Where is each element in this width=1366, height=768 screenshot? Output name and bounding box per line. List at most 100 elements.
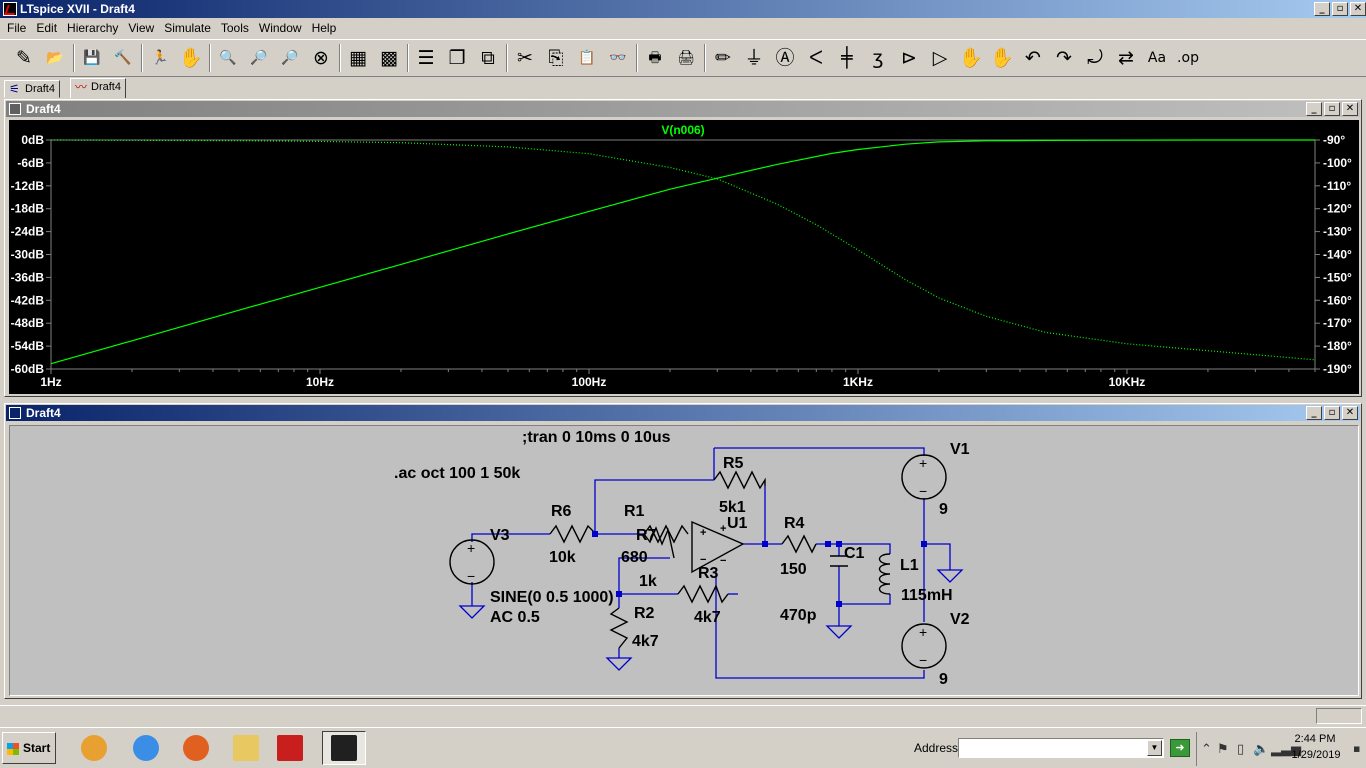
undo-icon[interactable]: ↶ (1019, 44, 1047, 72)
R4-value: 150 (780, 561, 807, 578)
schem-close-button[interactable]: ✕ (1342, 406, 1358, 420)
wires (471, 447, 951, 679)
close-button[interactable]: ✕ (1350, 2, 1366, 16)
run-icon[interactable]: 🏃 (146, 44, 174, 72)
ltspice-app-icon[interactable] (3, 2, 17, 16)
minimize-button[interactable]: _ (1314, 2, 1330, 16)
schematic-canvas[interactable]: ;tran 0 10ms 0 10us .ac oct 100 1 50k + … (9, 425, 1359, 696)
firefox-icon (183, 735, 209, 761)
y-left-tick-label: -6dB (17, 156, 44, 170)
diode-icon[interactable]: ⊳ (895, 44, 923, 72)
tran-directive[interactable]: ;tran 0 10ms 0 10us (522, 429, 671, 446)
restore-button[interactable]: ▫ (1332, 2, 1348, 16)
print-icon[interactable]: 🖶 (641, 44, 669, 72)
toolbar-separator (704, 44, 706, 72)
internet-explorer-icon (133, 735, 159, 761)
cascade-icon[interactable]: ❐ (443, 44, 471, 72)
pan-icon[interactable]: 🔎 (245, 44, 273, 72)
plot-minimize-button[interactable]: _ (1306, 102, 1322, 116)
ground-V3 (458, 605, 486, 619)
clock-date[interactable]: 1/29/2019 (1288, 749, 1344, 761)
y-right-tick-label: -110° (1323, 179, 1351, 193)
menu-tools[interactable]: Tools (216, 18, 254, 38)
internet-explorer-taskbar-button[interactable] (124, 731, 168, 765)
zoom-fit-icon[interactable]: ⊗ (307, 44, 335, 72)
draw-wire-icon[interactable]: ✏ (709, 44, 737, 72)
rotate-icon[interactable]: ⤾ (1081, 44, 1109, 72)
zoom-out-icon[interactable]: 🔎 (276, 44, 304, 72)
x-tick-label: 100Hz (572, 375, 607, 389)
halt-icon[interactable]: ✋ (177, 44, 205, 72)
plot-close-button[interactable]: ✕ (1342, 102, 1358, 116)
R3-label: R3 (698, 565, 719, 582)
taskbar: Start Address ▼ ➜ ⌃ ⚑ ▯ 🔈 ▂▃▅ ▪ 2:44 PM … (0, 727, 1366, 768)
tab-waveform[interactable]: 〰 Draft4 (70, 78, 126, 98)
drag-icon[interactable]: ✋ (988, 44, 1016, 72)
acrobat-taskbar-button[interactable] (268, 731, 312, 765)
clock-time[interactable]: 2:44 PM (1290, 733, 1340, 745)
tile-horizontal-icon[interactable]: ☰ (412, 44, 440, 72)
mirror-icon[interactable]: ⇄ (1112, 44, 1140, 72)
address-go-icon[interactable]: ➜ (1170, 739, 1190, 757)
menu-help[interactable]: Help (307, 18, 342, 38)
acrobat-icon (277, 735, 303, 761)
menu-file[interactable]: File (2, 18, 31, 38)
address-input[interactable] (958, 738, 1164, 758)
menu-simulate[interactable]: Simulate (159, 18, 216, 38)
toolbar-separator (506, 44, 508, 72)
new-schematic-icon[interactable]: ✎ (10, 44, 38, 72)
ground-icon[interactable]: ⏚ (740, 44, 768, 72)
copy-icon[interactable]: ⎘ (542, 44, 570, 72)
schematic-drawing[interactable]: ;tran 0 10ms 0 10us .ac oct 100 1 50k + … (10, 426, 1358, 695)
x-tick-label: 1KHz (843, 375, 873, 389)
delete-traces-icon[interactable]: ▩ (375, 44, 403, 72)
action-center-icon[interactable]: ⚑ (1217, 742, 1229, 757)
power-icon[interactable]: ▯ (1237, 742, 1244, 757)
plot-restore-button[interactable]: ▫ (1324, 102, 1340, 116)
capacitor-icon[interactable]: ╪ (833, 44, 861, 72)
start-button[interactable]: Start (2, 732, 56, 764)
media-player-taskbar-button[interactable] (72, 731, 116, 765)
bode-plot[interactable]: V(n006) 0dB -6dB -12dB -18dB -24dB -30dB -36dB -… (9, 120, 1359, 394)
waveform-tab-icon: 〰 (75, 80, 88, 94)
show-desktop-icon[interactable]: ▪ (1353, 742, 1360, 755)
open-icon[interactable]: 📂 (41, 44, 69, 72)
spice-directive-icon[interactable]: .op (1174, 44, 1202, 72)
magnitude-trace (50, 139, 1315, 365)
autorange-icon[interactable]: ▦ (344, 44, 372, 72)
paste-icon[interactable]: 📋 (573, 44, 601, 72)
find-icon[interactable]: 👓 (604, 44, 632, 72)
move-icon[interactable]: ✋ (957, 44, 985, 72)
ac-directive[interactable]: .ac oct 100 1 50k (394, 465, 520, 482)
file-explorer-taskbar-button[interactable] (224, 731, 268, 765)
menu-hierarchy[interactable]: Hierarchy (62, 18, 123, 38)
address-dropdown-icon[interactable]: ▼ (1147, 740, 1162, 756)
schem-minimize-button[interactable]: _ (1306, 406, 1322, 420)
print-preview-icon[interactable]: 🖨 (672, 44, 700, 72)
volume-icon[interactable]: 🔈 (1253, 742, 1269, 757)
cut-icon[interactable]: ✂ (511, 44, 539, 72)
status-pane (1316, 708, 1362, 724)
inductor-icon[interactable]: ʒ (864, 44, 892, 72)
resistor-icon[interactable]: ᐸ (802, 44, 830, 72)
component-icon[interactable]: ▷ (926, 44, 954, 72)
zoom-in-icon[interactable]: 🔍 (214, 44, 242, 72)
tile-vertical-icon[interactable]: ⧉ (474, 44, 502, 72)
tab-schematic[interactable]: ⚟ Draft4 (4, 80, 60, 98)
schem-restore-button[interactable]: ▫ (1324, 406, 1340, 420)
control-panel-icon[interactable]: 🔨 (109, 44, 137, 72)
menu-edit[interactable]: Edit (31, 18, 62, 38)
show-hidden-icons-icon[interactable]: ⌃ (1201, 742, 1212, 757)
menu-view[interactable]: View (123, 18, 159, 38)
waveform-window-titlebar[interactable]: Draft4 _ ▫ ✕ (6, 101, 1360, 117)
schematic-window-titlebar[interactable]: Draft4 _ ▫ ✕ (6, 405, 1360, 421)
menu-window[interactable]: Window (254, 18, 307, 38)
text-icon[interactable]: Aa (1143, 44, 1171, 72)
ltspice-taskbar-taskbar-button[interactable] (322, 731, 366, 765)
redo-icon[interactable]: ↷ (1050, 44, 1078, 72)
label-net-icon[interactable]: Ⓐ (771, 44, 799, 72)
plot-area[interactable]: V(n006) 0dB -6dB -12dB -18dB -24dB -30dB -36dB -… (9, 120, 1359, 394)
windows-logo-icon (7, 743, 19, 755)
save-icon[interactable]: 💾 (78, 44, 106, 72)
firefox-taskbar-button[interactable] (174, 731, 218, 765)
